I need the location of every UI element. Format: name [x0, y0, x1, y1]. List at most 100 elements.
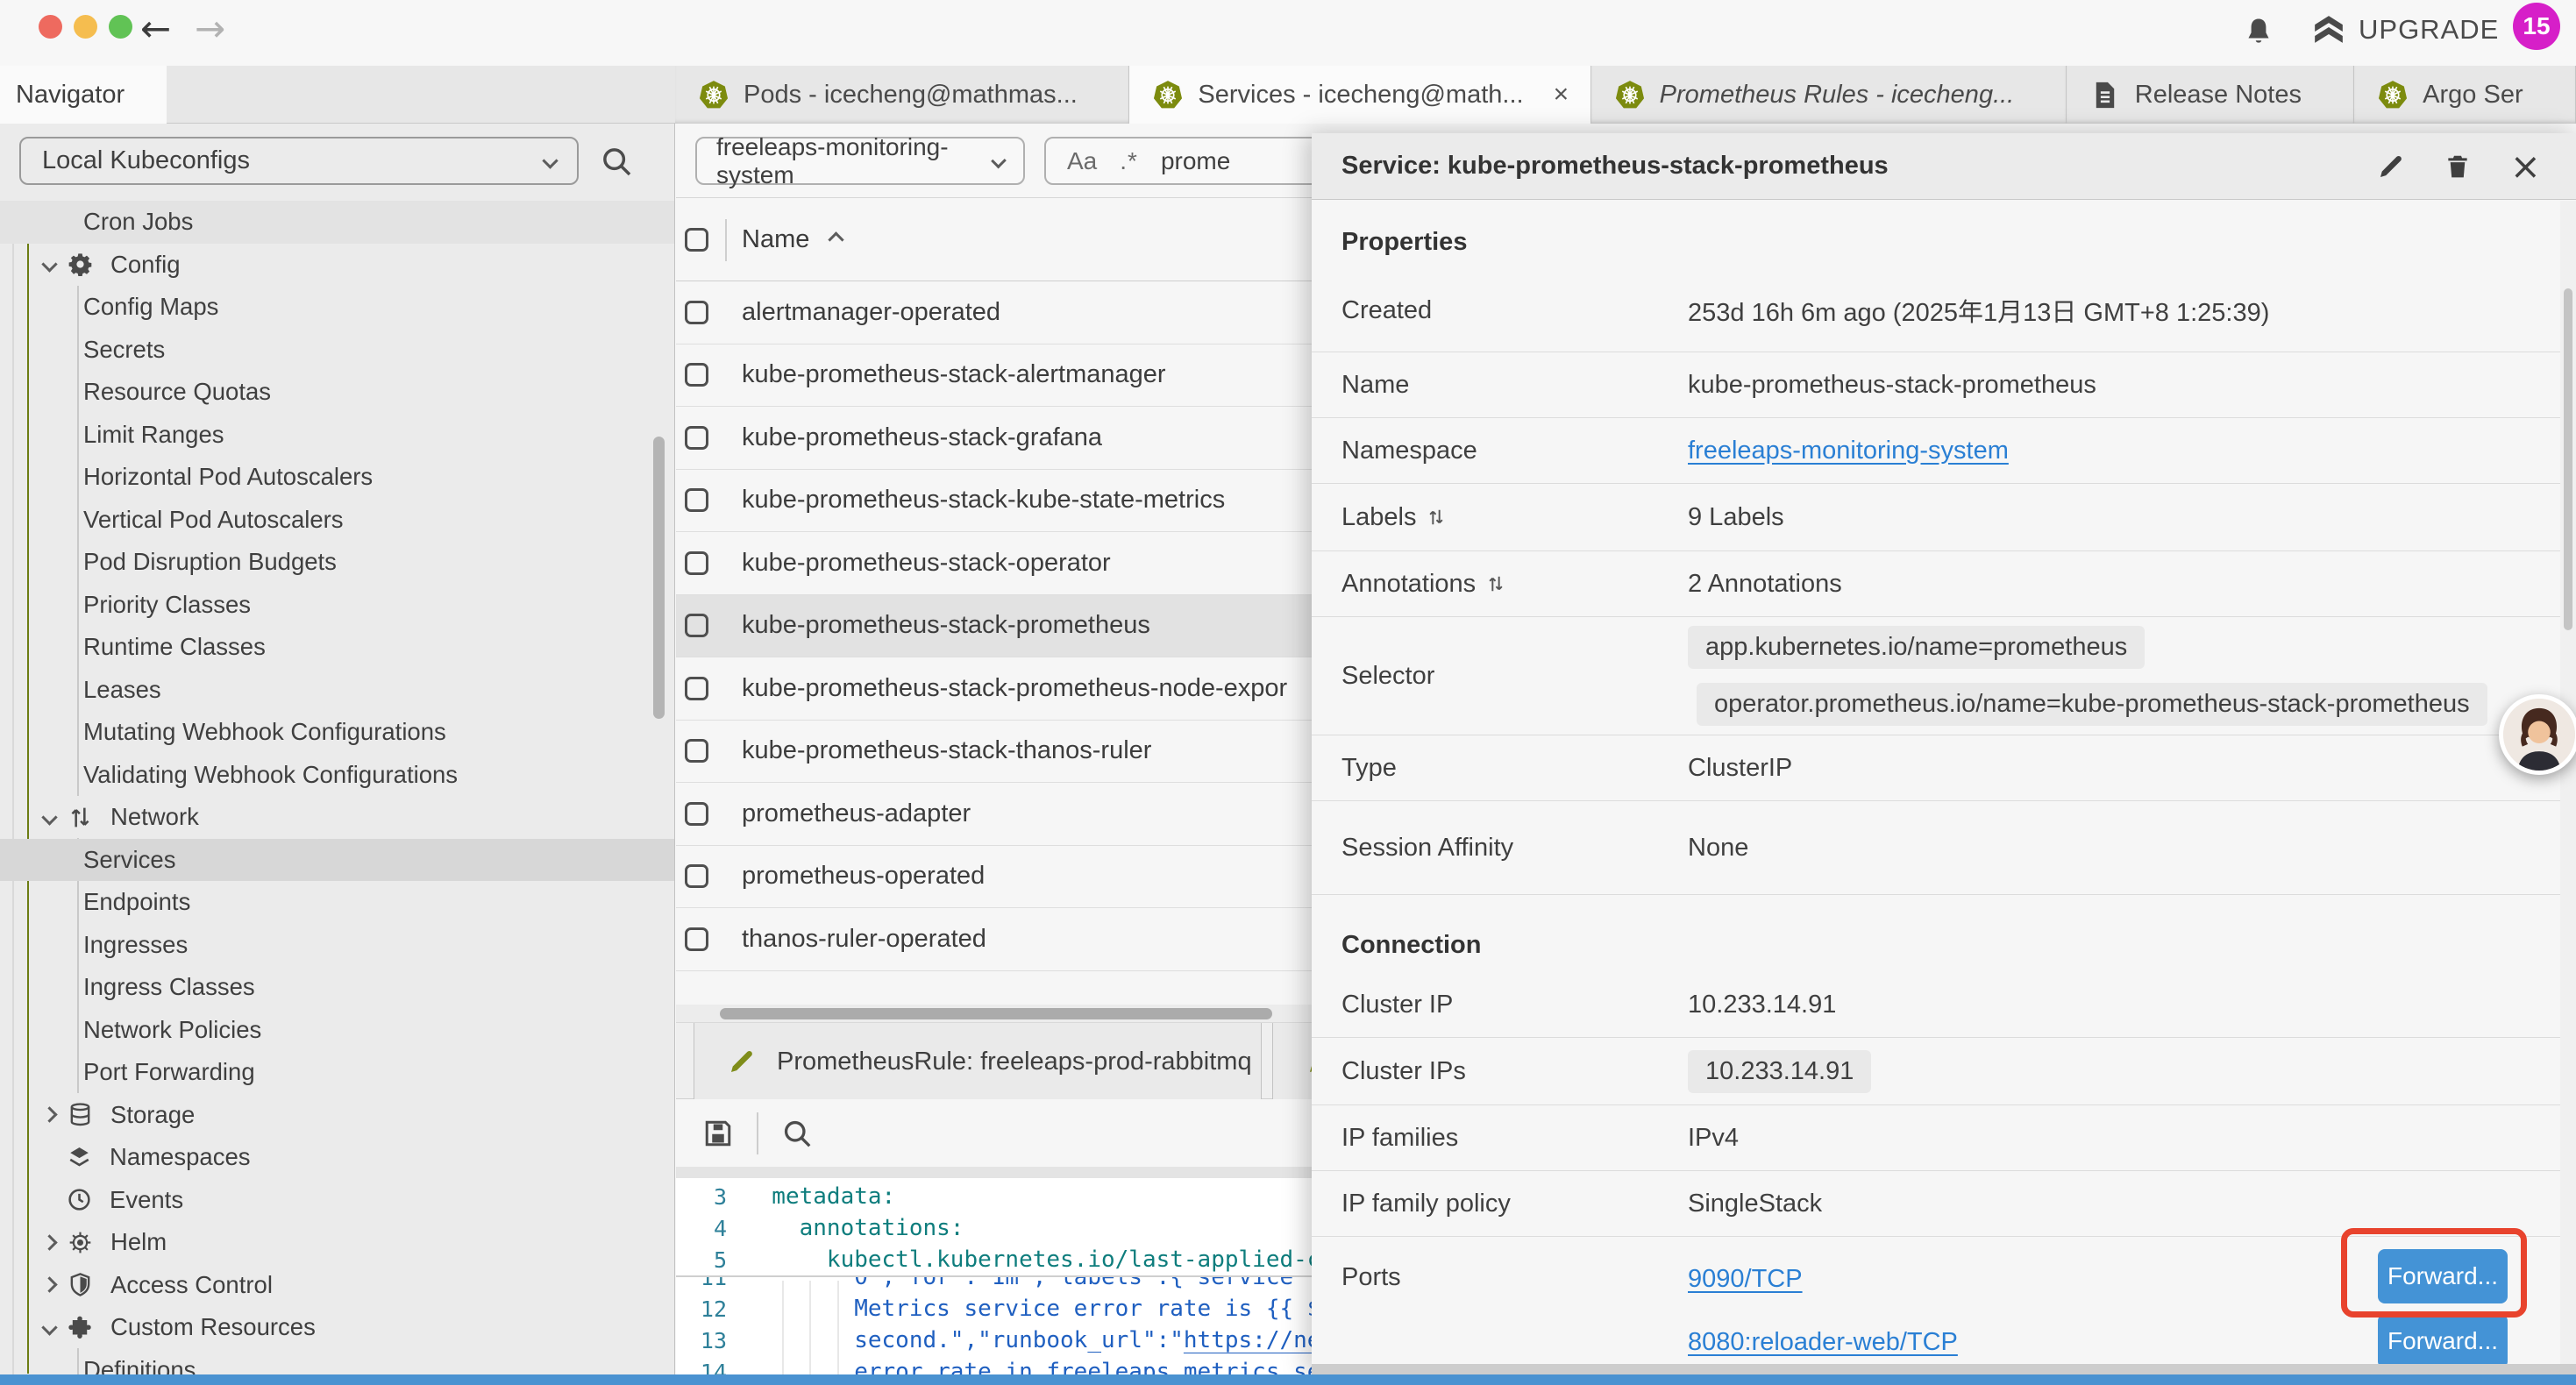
- tree-item[interactable]: Limit Ranges: [0, 414, 675, 457]
- tree-item[interactable]: Config Maps: [0, 286, 675, 329]
- tree-item[interactable]: Ingresses: [0, 924, 675, 967]
- service-name: kube-prometheus-stack-prometheus-node-ex…: [742, 674, 1287, 703]
- annotations-value[interactable]: 2 Annotations: [1688, 570, 1842, 599]
- port-link[interactable]: 8080:reloader-web/TCP: [1688, 1328, 1958, 1357]
- session-affinity-row: Session Affinity None: [1312, 801, 2560, 895]
- tree-item[interactable]: Mutating Webhook Configurations: [0, 711, 675, 754]
- tree-item[interactable]: Helm: [0, 1221, 675, 1264]
- tree-chevron-icon[interactable]: [41, 1319, 57, 1335]
- tree-item[interactable]: Leases: [0, 669, 675, 712]
- document-tab[interactable]: Services - icecheng@math... ×: [1129, 66, 1590, 124]
- row-checkbox[interactable]: [685, 551, 708, 575]
- tree-item[interactable]: Events: [0, 1179, 675, 1222]
- tree-item[interactable]: Custom Resources: [0, 1306, 675, 1349]
- tree-item[interactable]: Endpoints: [0, 881, 675, 924]
- column-divider: [725, 219, 727, 261]
- tree-item[interactable]: Port Forwarding: [0, 1051, 675, 1094]
- editor-tab-prometheusrule[interactable]: PrometheusRule: freeleaps-prod-rabbitmq: [694, 1023, 1262, 1100]
- maximize-window-button[interactable]: [109, 15, 132, 39]
- tree-item[interactable]: Secrets: [0, 329, 675, 372]
- tree-item[interactable]: Access Control: [0, 1264, 675, 1307]
- document-tab[interactable]: Release Notes: [2067, 66, 2354, 124]
- tab-close-icon[interactable]: ×: [1554, 80, 1569, 110]
- ip-family-policy-label: IP family policy: [1341, 1190, 1688, 1218]
- row-checkbox[interactable]: [685, 739, 708, 763]
- namespace-link[interactable]: freeleaps-monitoring-system: [1688, 437, 2009, 465]
- notification-count-badge[interactable]: 15: [2513, 3, 2560, 50]
- tree-item[interactable]: Network Policies: [0, 1009, 675, 1052]
- drawer-bottom-strip: [1312, 1364, 2576, 1374]
- expand-updown-icon[interactable]: [1486, 574, 1505, 593]
- table-horizontal-scrollbar[interactable]: [720, 1008, 1272, 1019]
- tree-item[interactable]: Priority Classes: [0, 584, 675, 627]
- tree-item[interactable]: Cron Jobs: [0, 201, 675, 244]
- tree-chevron-icon[interactable]: [41, 809, 57, 825]
- navigator-panel-tab[interactable]: Navigator: [0, 66, 167, 124]
- match-case-toggle[interactable]: Aa: [1067, 147, 1097, 175]
- tree-item-label: Ingresses: [83, 931, 188, 959]
- close-icon[interactable]: ×: [2510, 148, 2541, 185]
- labels-value[interactable]: 9 Labels: [1688, 503, 1784, 532]
- document-tab[interactable]: Prometheus Rules - icecheng...: [1591, 66, 2067, 124]
- row-checkbox[interactable]: [685, 677, 708, 700]
- search-icon[interactable]: [600, 145, 633, 178]
- row-checkbox[interactable]: [685, 301, 708, 324]
- row-checkbox[interactable]: [685, 426, 708, 450]
- tree-item[interactable]: Ingress Classes: [0, 966, 675, 1009]
- service-name: prometheus-operated: [742, 862, 985, 891]
- tree-item[interactable]: Horizontal Pod Autoscalers: [0, 456, 675, 499]
- tree-item[interactable]: Network: [0, 796, 675, 839]
- tab-label: Prometheus Rules - icecheng...: [1660, 81, 2015, 110]
- forward-button[interactable]: →: [195, 7, 225, 50]
- cluster-ips-row: Cluster IPs 10.233.14.91: [1312, 1038, 2560, 1105]
- minimize-window-button[interactable]: [74, 15, 97, 39]
- document-tab[interactable]: Argo Ser: [2354, 66, 2576, 124]
- tree-item[interactable]: Services: [0, 839, 675, 882]
- tree-item[interactable]: Config: [0, 244, 675, 287]
- avatar[interactable]: [2499, 694, 2576, 775]
- document-tab[interactable]: Pods - icecheng@mathmas...: [675, 66, 1129, 124]
- forward-button[interactable]: Forward...: [2378, 1314, 2508, 1364]
- upgrade-button[interactable]: UPGRADE: [2311, 12, 2499, 47]
- name-column-header[interactable]: Name: [742, 198, 842, 281]
- tree-item[interactable]: Validating Webhook Configurations: [0, 754, 675, 797]
- resource-tree: Cron Jobs Config Config Maps Secrets: [0, 201, 675, 1376]
- tree-chevron-icon[interactable]: [41, 1277, 57, 1293]
- tree-item[interactable]: Pod Disruption Budgets: [0, 541, 675, 584]
- back-button[interactable]: ←: [140, 7, 171, 50]
- code-segment: metadata:: [744, 1183, 895, 1210]
- kubeconfig-selector[interactable]: Local Kubeconfigs: [19, 137, 579, 185]
- port-link[interactable]: 9090/TCP: [1688, 1265, 1803, 1294]
- tab-label: Pods - icecheng@mathmas...: [744, 81, 1078, 110]
- close-window-button[interactable]: [39, 15, 62, 39]
- pencil-icon: [728, 1048, 756, 1076]
- tree-chevron-icon[interactable]: [41, 1234, 57, 1250]
- tree-item[interactable]: Definitions: [0, 1349, 675, 1377]
- row-checkbox[interactable]: [685, 927, 708, 951]
- drawer-scrollbar[interactable]: [2564, 288, 2572, 630]
- row-checkbox[interactable]: [685, 614, 708, 637]
- edit-icon[interactable]: [2377, 153, 2405, 181]
- notifications-bell-icon[interactable]: [2243, 16, 2274, 47]
- save-icon[interactable]: [702, 1118, 734, 1149]
- namespace-selector[interactable]: freeleaps-monitoring-system: [695, 137, 1025, 185]
- select-all-checkbox[interactable]: [685, 228, 708, 252]
- tree-item[interactable]: Resource Quotas: [0, 371, 675, 414]
- regex-toggle[interactable]: .*: [1120, 147, 1138, 175]
- row-checkbox[interactable]: [685, 802, 708, 826]
- row-checkbox[interactable]: [685, 488, 708, 512]
- editor-search-icon[interactable]: [781, 1118, 813, 1149]
- row-checkbox[interactable]: [685, 864, 708, 888]
- tree-chevron-icon[interactable]: [41, 257, 57, 273]
- tree-item[interactable]: Storage: [0, 1094, 675, 1137]
- service-name: kube-prometheus-stack-kube-state-metrics: [742, 486, 1225, 515]
- sidebar-scrollbar[interactable]: [653, 437, 665, 719]
- tree-item[interactable]: Namespaces: [0, 1136, 675, 1179]
- service-name: prometheus-adapter: [742, 799, 971, 828]
- tree-chevron-icon[interactable]: [41, 1107, 57, 1123]
- row-checkbox[interactable]: [685, 363, 708, 387]
- tree-item[interactable]: Vertical Pod Autoscalers: [0, 499, 675, 542]
- tree-item[interactable]: Runtime Classes: [0, 626, 675, 669]
- delete-icon[interactable]: [2444, 153, 2472, 181]
- expand-updown-icon[interactable]: [1427, 508, 1446, 527]
